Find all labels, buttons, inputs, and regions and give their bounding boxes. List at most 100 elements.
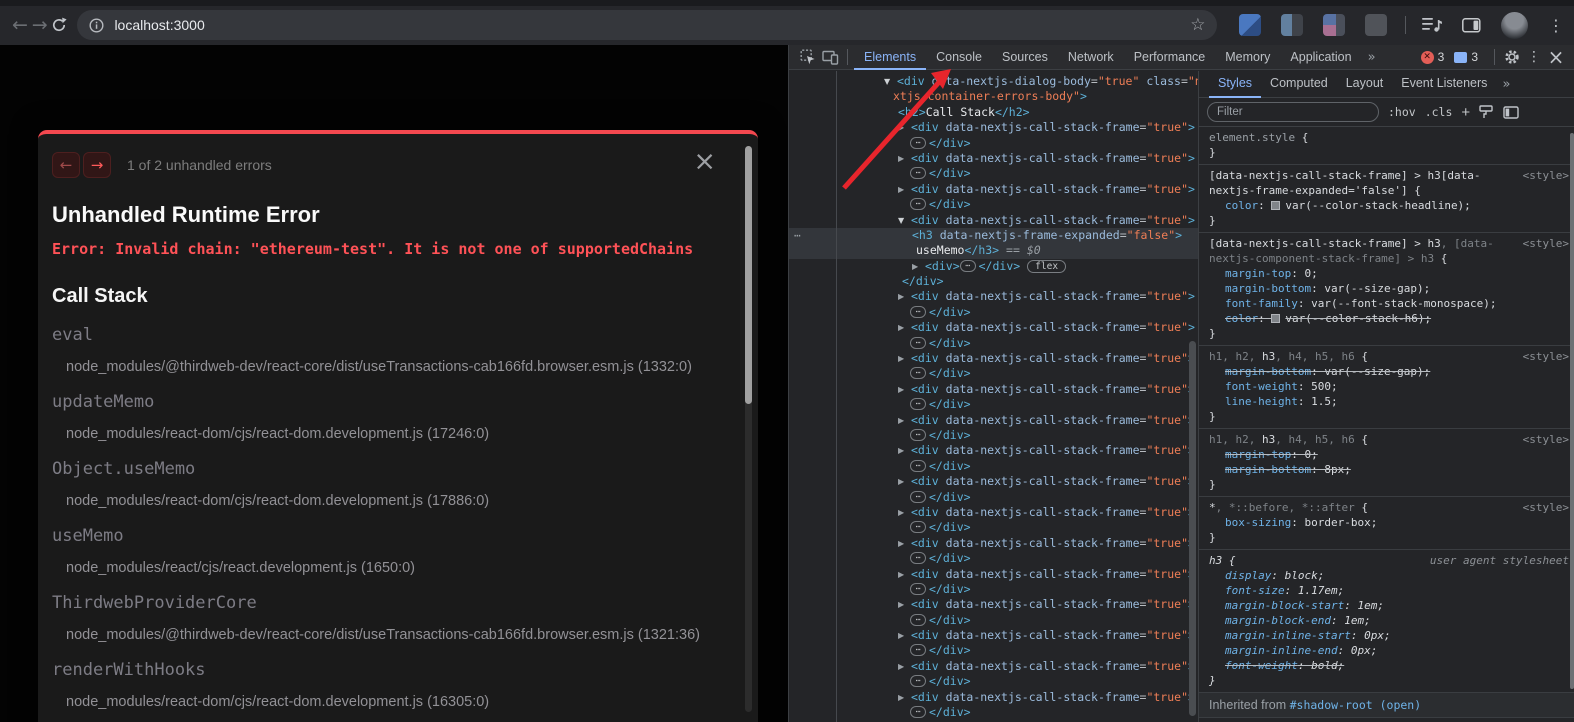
styles-tab-computed[interactable]: Computed bbox=[1261, 70, 1337, 98]
dom-tree-line[interactable]: ▶<div data-nextjs-call-stack-frame="true… bbox=[789, 690, 1198, 705]
element-class-toggle[interactable]: .cls bbox=[1425, 105, 1453, 119]
dom-tree-line[interactable]: ▶<div data-nextjs-call-stack-frame="true… bbox=[789, 505, 1198, 520]
url-text[interactable]: localhost:3000 bbox=[114, 17, 204, 33]
devtools-tab-performance[interactable]: Performance bbox=[1124, 45, 1216, 70]
stack-frame-location[interactable]: node_modules/react-dom/cjs/react-dom.dev… bbox=[66, 493, 744, 509]
dom-tree-line[interactable]: ▶<div data-nextjs-call-stack-frame="true… bbox=[789, 351, 1198, 366]
dom-tree-line[interactable]: ⋯</div> bbox=[789, 520, 1198, 535]
previous-error-button[interactable]: ← bbox=[52, 152, 80, 178]
shadow-root-link[interactable]: #shadow-root (open) bbox=[1290, 698, 1422, 712]
device-toolbar-icon[interactable] bbox=[819, 46, 841, 68]
dom-tree-line[interactable]: useMemo</h3> == $0 bbox=[789, 243, 1198, 258]
next-error-button[interactable]: → bbox=[83, 152, 111, 178]
dom-tree-line[interactable]: ⋯</div> bbox=[789, 490, 1198, 505]
dom-tree-line[interactable]: ▶<div data-nextjs-call-stack-frame="true… bbox=[789, 567, 1198, 582]
css-line[interactable]: margin-inline-end: 0px; bbox=[1209, 643, 1567, 658]
expand-ellipsis-button[interactable]: ⋯ bbox=[910, 552, 926, 564]
css-line[interactable]: line-height: 1.5; bbox=[1209, 394, 1567, 409]
expand-ellipsis-button[interactable]: ⋯ bbox=[910, 460, 926, 472]
css-line[interactable]: margin-block-start: 1em; bbox=[1209, 598, 1567, 613]
expand-ellipsis-button[interactable]: ⋯ bbox=[960, 260, 976, 272]
dom-tree-line[interactable]: ⋯<h3 data-nextjs-frame-expanded="false"> bbox=[789, 228, 1198, 243]
extension-icon-2[interactable] bbox=[1281, 14, 1303, 36]
devtools-tab-sources[interactable]: Sources bbox=[992, 45, 1058, 70]
styles-tab-event-listeners[interactable]: Event Listeners bbox=[1392, 70, 1496, 98]
dom-tree-line[interactable]: ▶<div data-nextjs-call-stack-frame="true… bbox=[789, 536, 1198, 551]
css-line[interactable]: box-sizing: border-box; bbox=[1209, 515, 1567, 530]
console-error-badge[interactable]: ✕ 3 bbox=[1421, 50, 1445, 64]
sidebar-toggle-icon[interactable] bbox=[1503, 106, 1519, 119]
dom-tree-line[interactable]: ⋯</div> bbox=[789, 336, 1198, 351]
dom-tree-line[interactable]: ⋯</div> bbox=[789, 305, 1198, 320]
expand-ellipsis-button[interactable]: ⋯ bbox=[910, 167, 926, 179]
dom-tree-line[interactable]: ▶<div data-nextjs-call-stack-frame="true… bbox=[789, 382, 1198, 397]
tab-media-list-icon[interactable] bbox=[1422, 17, 1442, 33]
stylesheet-source-link[interactable]: <style> bbox=[1523, 432, 1569, 447]
expand-ellipsis-button[interactable]: ⋯ bbox=[910, 367, 926, 379]
reload-button[interactable] bbox=[50, 16, 70, 34]
node-menu-dots[interactable]: ⋯ bbox=[794, 228, 802, 243]
dom-tree-line[interactable]: ▶<div data-nextjs-call-stack-frame="true… bbox=[789, 597, 1198, 612]
dom-tree-line[interactable]: ⋯</div> bbox=[789, 459, 1198, 474]
devtools-close-icon[interactable]: × bbox=[1545, 46, 1567, 68]
expand-ellipsis-button[interactable]: ⋯ bbox=[910, 137, 926, 149]
css-line[interactable]: margin-block-end: 1em; bbox=[1209, 613, 1567, 628]
expand-ellipsis-button[interactable]: ⋯ bbox=[910, 521, 926, 533]
dom-tree-line[interactable]: ⋯</div> bbox=[789, 197, 1198, 212]
expand-ellipsis-button[interactable]: ⋯ bbox=[910, 198, 926, 210]
devtools-tab-memory[interactable]: Memory bbox=[1215, 45, 1280, 70]
dom-tree-line[interactable]: ⋯</div> bbox=[789, 674, 1198, 689]
css-line[interactable]: margin-top: 0; bbox=[1209, 447, 1567, 462]
styles-tab-layout[interactable]: Layout bbox=[1337, 70, 1393, 98]
profile-avatar[interactable] bbox=[1501, 12, 1528, 39]
devtools-tab-console[interactable]: Console bbox=[926, 45, 992, 70]
color-swatch[interactable] bbox=[1271, 201, 1280, 210]
overlay-scrollbar-thumb[interactable] bbox=[745, 146, 752, 404]
css-line[interactable]: margin-bottom: var(--size-gap); bbox=[1209, 281, 1567, 296]
devtools-tab-application[interactable]: Application bbox=[1280, 45, 1361, 70]
styles-tab-styles[interactable]: Styles bbox=[1209, 70, 1261, 98]
dom-tree-line[interactable]: ▼<div data-nextjs-call-stack-frame="true… bbox=[789, 213, 1198, 228]
dom-tree-line[interactable]: ⋯</div> bbox=[789, 397, 1198, 412]
css-line[interactable]: margin-inline-start: 0px; bbox=[1209, 628, 1567, 643]
css-line[interactable]: margin-bottom: 8px; bbox=[1209, 462, 1567, 477]
expand-ellipsis-button[interactable]: ⋯ bbox=[910, 583, 926, 595]
elements-scrollbar-thumb[interactable] bbox=[1189, 341, 1196, 716]
css-line[interactable]: color: var(--color-stack-headline); bbox=[1209, 198, 1567, 213]
dom-tree-line[interactable]: ⋯</div> bbox=[789, 705, 1198, 720]
devtools-tab-network[interactable]: Network bbox=[1058, 45, 1124, 70]
dom-tree-line[interactable]: xtjs-container-errors-body"> bbox=[789, 89, 1198, 104]
stack-frame-location[interactable]: node_modules/@thirdweb-dev/react-core/di… bbox=[66, 627, 744, 643]
css-line[interactable]: color: var(--color-stack-h6); bbox=[1209, 311, 1567, 326]
inspect-element-icon[interactable] bbox=[797, 46, 819, 68]
dom-tree-line[interactable]: ▶<div data-nextjs-call-stack-frame="true… bbox=[789, 151, 1198, 166]
css-line[interactable]: font-weight: bold; bbox=[1209, 658, 1567, 673]
css-line[interactable]: display: block; bbox=[1209, 568, 1567, 583]
dom-tree-line[interactable]: ⋯</div> bbox=[789, 582, 1198, 597]
styles-filter-input[interactable] bbox=[1207, 102, 1379, 122]
browser-menu-kebab-icon[interactable]: ⋮ bbox=[1548, 16, 1564, 35]
expand-ellipsis-button[interactable]: ⋯ bbox=[910, 491, 926, 503]
css-line[interactable]: font-weight: 500; bbox=[1209, 379, 1567, 394]
dom-tree-line[interactable]: ▶<div data-nextjs-call-stack-frame="true… bbox=[789, 443, 1198, 458]
stack-frame-location[interactable]: node_modules/@thirdweb-dev/react-core/di… bbox=[66, 359, 744, 375]
extension-icon-3[interactable] bbox=[1323, 14, 1345, 36]
side-panel-icon[interactable] bbox=[1462, 18, 1481, 33]
expand-ellipsis-button[interactable]: ⋯ bbox=[910, 337, 926, 349]
dom-tree-line[interactable]: ▶<div data-nextjs-call-stack-frame="true… bbox=[789, 320, 1198, 335]
expand-ellipsis-button[interactable]: ⋯ bbox=[910, 614, 926, 626]
extension-icon-4[interactable] bbox=[1365, 14, 1387, 36]
css-line[interactable]: margin-bottom: var(--size-gap); bbox=[1209, 364, 1567, 379]
dom-tree-line[interactable]: </div> bbox=[789, 274, 1198, 289]
stack-frame-location[interactable]: node_modules/react-dom/cjs/react-dom.dev… bbox=[66, 426, 744, 442]
close-overlay-button[interactable]: × bbox=[693, 148, 716, 175]
css-line[interactable]: margin-top: 0; bbox=[1209, 266, 1567, 281]
forward-button[interactable]: → bbox=[30, 14, 50, 36]
devtools-tab-elements[interactable]: Elements bbox=[854, 45, 926, 70]
dom-tree-line[interactable]: <h2>Call Stack</h2> bbox=[789, 105, 1198, 120]
stylesheet-source-link[interactable]: <style> bbox=[1523, 349, 1569, 364]
dom-tree-line[interactable]: ⋯</div> bbox=[789, 136, 1198, 151]
dom-tree-line[interactable]: ⋯</div> bbox=[789, 643, 1198, 658]
expand-ellipsis-button[interactable]: ⋯ bbox=[910, 644, 926, 656]
expand-ellipsis-button[interactable]: ⋯ bbox=[910, 398, 926, 410]
